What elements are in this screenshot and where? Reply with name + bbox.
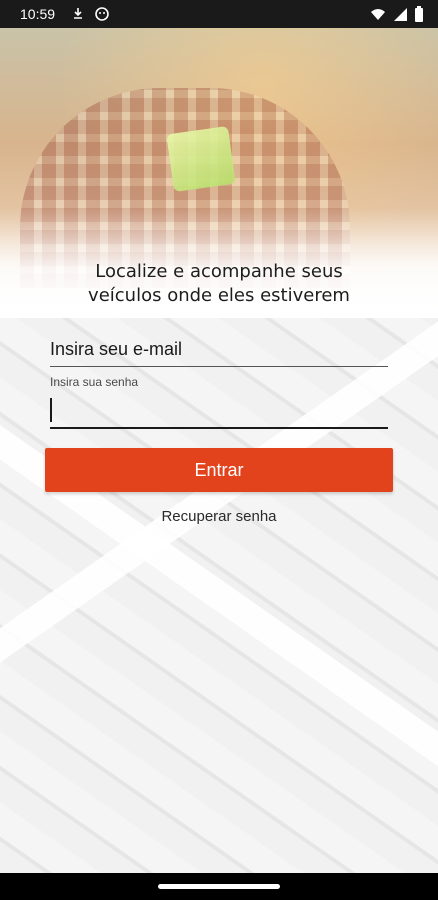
navigation-bar (0, 873, 438, 900)
battery-icon (415, 6, 423, 22)
email-field[interactable]: Insira seu e-mail (50, 336, 388, 367)
download-icon (74, 8, 82, 19)
hero-caption-line1: Localize e acompanhe seus (95, 261, 343, 282)
signal-icon (394, 8, 407, 21)
password-field[interactable] (50, 394, 388, 429)
text-cursor (50, 398, 52, 422)
wifi-icon (371, 9, 385, 20)
hero-banner: Localize e acompanhe seus veículos onde … (0, 28, 438, 318)
hero-phone-illustration (166, 125, 236, 193)
login-button[interactable]: Entrar (45, 448, 393, 492)
status-bar: 10:59 (0, 0, 438, 28)
home-gesture-handle[interactable] (158, 884, 280, 889)
hero-caption: Localize e acompanhe seus veículos onde … (0, 260, 438, 308)
app-notification-icon (95, 7, 109, 21)
recover-password-link[interactable]: Recuperar senha (0, 508, 438, 525)
status-right-group (370, 6, 424, 22)
password-label: Insira sua senha (50, 375, 139, 389)
status-time: 10:59 (20, 6, 56, 22)
hero-caption-line2: veículos onde eles estiverem (88, 285, 350, 306)
